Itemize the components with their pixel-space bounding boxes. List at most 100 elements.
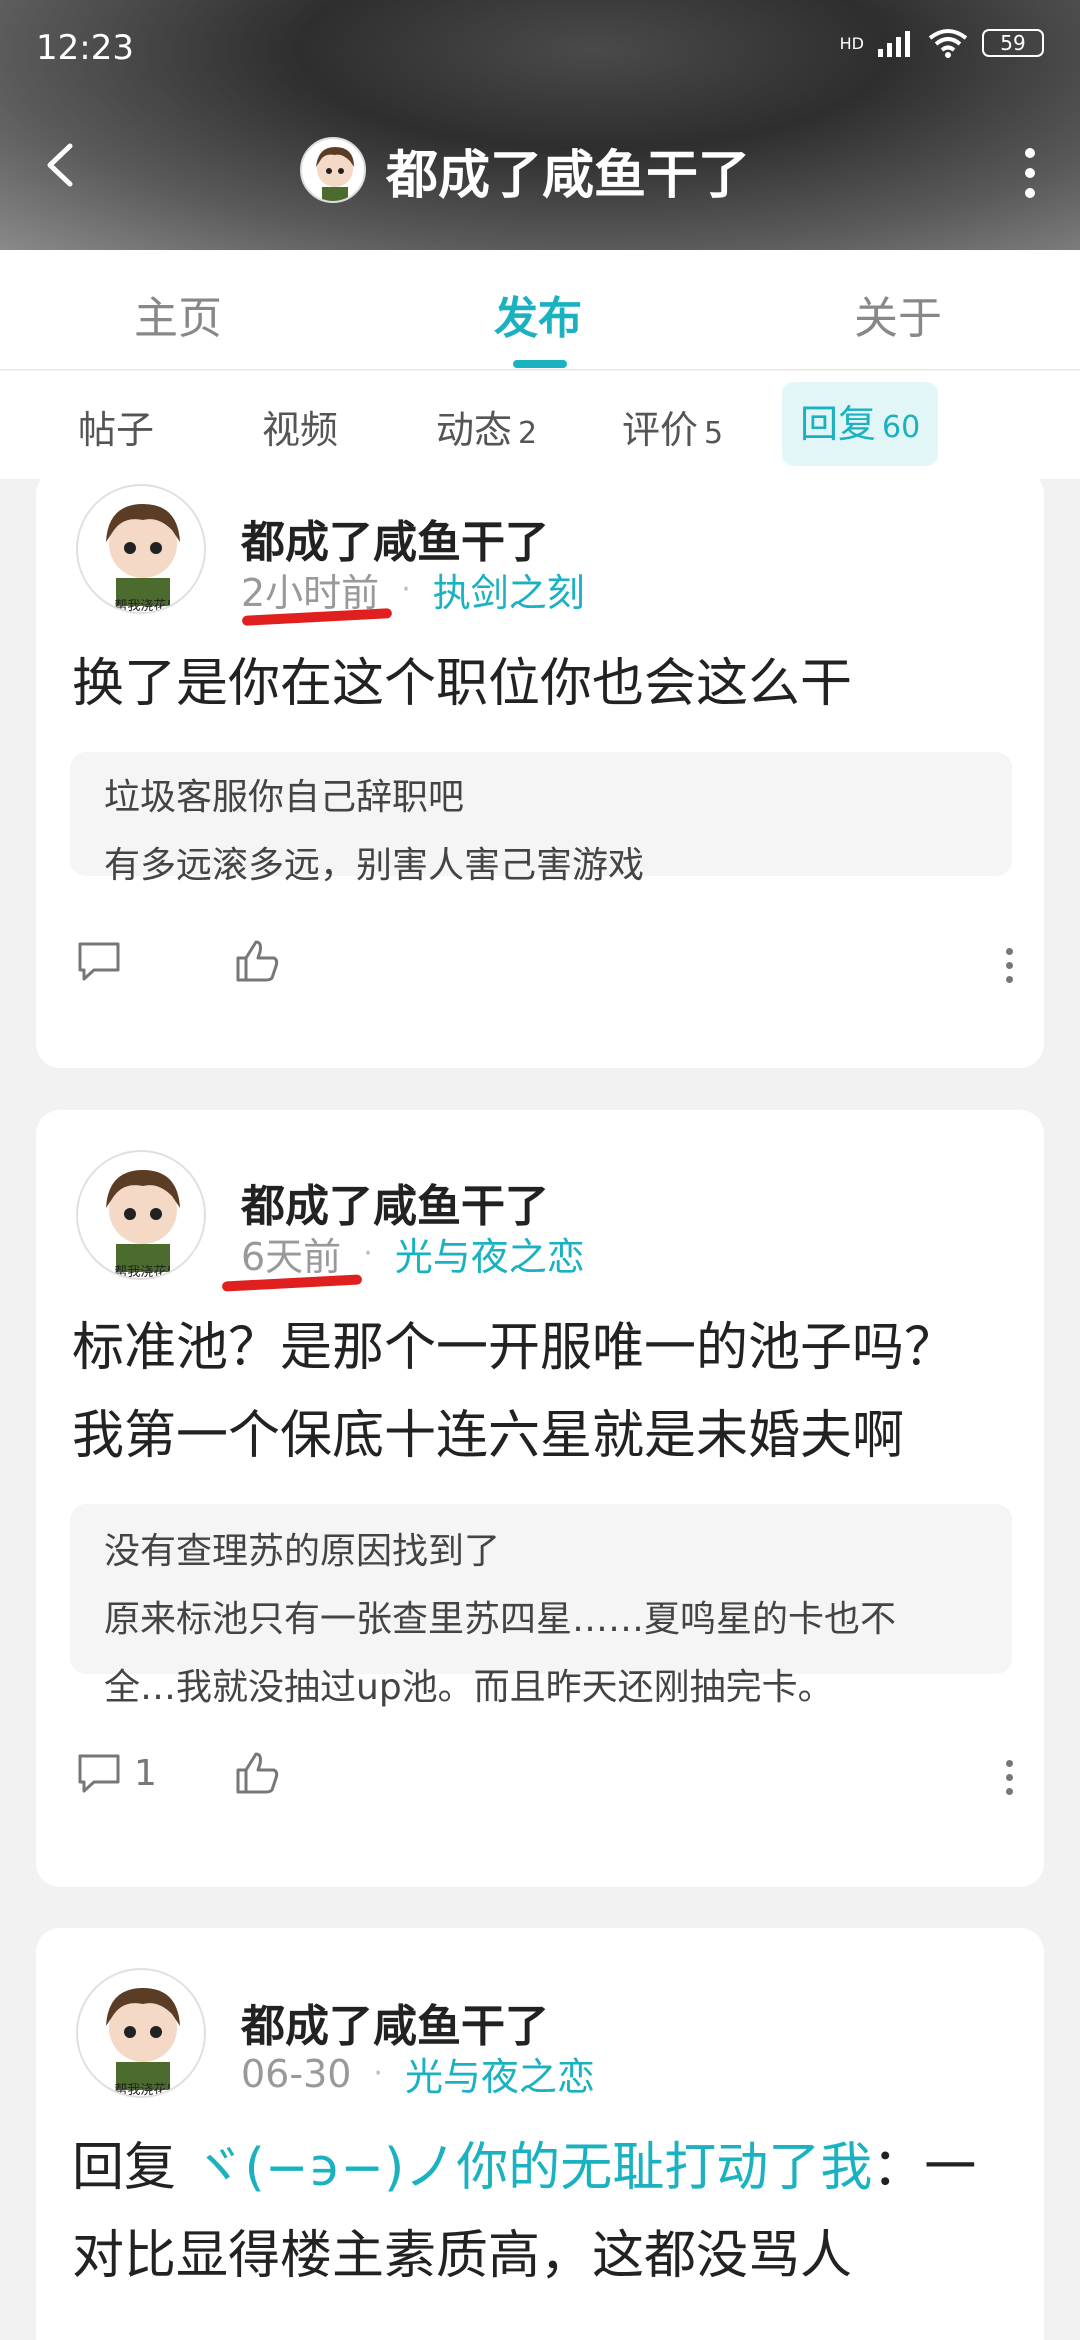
content-line: 对比显得楼主素质高，这都没骂人 — [72, 2226, 853, 2286]
subtab-label: 回复 — [800, 402, 877, 446]
more-dot-icon — [1006, 1774, 1013, 1781]
reply-card[interactable]: 帮我浇花! 都成了咸鱼干了 6天前 · 光与夜之恋 标准池？是那个一开服唯一的池… — [36, 1110, 1044, 1887]
subtab-label: 视频 — [262, 408, 339, 452]
content-line: 我第一个保底十连六星就是未婚夫啊 — [72, 1406, 905, 1466]
card-actions: 1 — [76, 1750, 1016, 1810]
svg-text:帮我浇花!: 帮我浇花! — [114, 2082, 171, 2098]
wifi-icon — [928, 29, 968, 58]
comment-button[interactable]: 1 — [76, 1750, 157, 1796]
more-dot-icon — [1006, 1788, 1013, 1795]
reply-content: 标准池？是那个一开服唯一的池子吗？ 我第一个保底十连六星就是未婚夫啊 — [72, 1304, 1012, 1480]
quote-line: 全…我就没抽过up池。而且昨天还刚抽完卡。 — [104, 1667, 834, 1708]
comment-icon — [78, 942, 120, 981]
card-more-button[interactable] — [1006, 1760, 1016, 1802]
back-button[interactable] — [40, 140, 90, 200]
subtab-count: 60 — [882, 410, 921, 445]
more-dot-icon — [1025, 148, 1035, 158]
content-line: 标准池？是那个一开服唯一的池子吗？ — [72, 1318, 957, 1378]
tab-home[interactable]: 主页 — [134, 282, 222, 346]
content-line: 回复 ヾ(−϶−)ノ你的无耻打动了我：一 — [72, 2124, 1012, 2212]
separator-dot: · — [363, 1236, 373, 1271]
post-time: 06-30 — [241, 2051, 352, 2096]
post-meta: 2小时前 · 执剑之刻 — [241, 562, 585, 617]
active-tab-indicator — [513, 360, 567, 368]
page-title: 都成了咸鱼干了 — [386, 145, 751, 206]
card-actions — [76, 938, 1016, 998]
username[interactable]: 都成了咸鱼干了 — [241, 1170, 549, 1234]
more-dot-icon — [1006, 962, 1013, 969]
subtab-count: 2 — [518, 416, 538, 451]
tab-publish[interactable]: 发布 — [494, 282, 582, 346]
sub-tabs: 帖子 视频 动态 2 评价 5 回复 60 — [0, 371, 1080, 479]
post-meta: 6天前 · 光与夜之恋 — [241, 1226, 585, 1281]
more-dot-icon — [1006, 948, 1013, 955]
game-link[interactable]: 光与夜之恋 — [405, 2046, 595, 2101]
game-link[interactable]: 执剑之刻 — [433, 562, 585, 617]
reply-target-link[interactable]: ヾ(−϶−)ノ你的无耻打动了我 — [193, 2138, 873, 2198]
post-time: 6天前 — [241, 1235, 342, 1279]
status-bar: 12:23 HD 59 — [0, 0, 1080, 100]
svg-text:帮我浇花!: 帮我浇花! — [114, 598, 171, 614]
reply-content: 回复 ヾ(−϶−)ノ你的无耻打动了我：一 对比显得楼主素质高，这都没骂人 — [72, 2124, 1012, 2300]
reply-card[interactable]: 帮我浇花! 都成了咸鱼干了 2小时前 · 执剑之刻 换了是你在这个职位你也会这么… — [36, 470, 1044, 1068]
main-tabs: 主页 发布 关于 — [0, 250, 1080, 370]
more-options-button[interactable] — [1020, 148, 1040, 198]
post-meta: 06-30 · 光与夜之恋 — [241, 2046, 595, 2101]
profile-header: 12:23 HD 59 都成了咸鱼干了 — [0, 0, 1080, 250]
avatar[interactable]: 帮我浇花! — [76, 1150, 206, 1280]
more-dot-icon — [1006, 1760, 1013, 1767]
like-button[interactable] — [234, 1750, 280, 1796]
quote-line: 垃圾客服你自己辞职吧 — [104, 777, 465, 818]
more-dot-icon — [1025, 168, 1035, 178]
reply-card[interactable]: 帮我浇花! 都成了咸鱼干了 06-30 · 光与夜之恋 回复 ヾ(−϶−)ノ你的… — [36, 1928, 1044, 2340]
avatar[interactable]: 帮我浇花! — [76, 484, 206, 614]
reply-prefix: 回复 — [72, 2138, 177, 2198]
quoted-post[interactable]: 没有查理苏的原因找到了 原来标池只有一张查里苏四星……夏鸣星的卡也不 全…我就没… — [70, 1504, 1012, 1708]
reply-rest: ：一 — [872, 2138, 977, 2198]
signal-icon — [878, 31, 910, 57]
comment-button[interactable] — [76, 938, 122, 984]
avatar-image-icon — [316, 147, 354, 201]
comment-count: 1 — [134, 1752, 157, 1794]
subtab-label: 动态 — [436, 408, 513, 452]
tab-about[interactable]: 关于 — [854, 282, 942, 346]
battery-icon: 59 — [982, 29, 1044, 57]
subtab-replies[interactable]: 回复 60 — [782, 382, 939, 466]
quoted-post[interactable]: 垃圾客服你自己辞职吧 有多远滚多远，别害人害己害游戏 — [70, 752, 1012, 886]
separator-dot: · — [401, 572, 411, 607]
subtab-videos[interactable]: 视频 — [262, 399, 338, 454]
subtab-count: 5 — [704, 416, 724, 451]
svg-text:帮我浇花!: 帮我浇花! — [114, 1264, 171, 1280]
status-icons: HD 59 — [840, 28, 1044, 58]
username[interactable]: 都成了咸鱼干了 — [241, 1990, 549, 2054]
subtab-posts[interactable]: 帖子 — [78, 399, 154, 454]
status-time: 12:23 — [36, 28, 134, 68]
header-avatar[interactable] — [300, 137, 366, 203]
subtab-reviews[interactable]: 评价 5 — [622, 399, 723, 454]
quote-line: 没有查理苏的原因找到了 — [104, 1531, 501, 1572]
thumbs-up-icon — [236, 940, 279, 982]
username[interactable]: 都成了咸鱼干了 — [241, 506, 549, 570]
hd-label: HD — [839, 33, 864, 53]
more-dot-icon — [1006, 976, 1013, 983]
avatar-image-icon: 帮我浇花! — [106, 1988, 180, 2098]
quote-line: 有多远滚多远，别害人害己害游戏 — [104, 845, 645, 886]
reply-content: 换了是你在这个职位你也会这么干 — [72, 654, 853, 714]
thumbs-up-icon — [236, 1752, 279, 1794]
quote-line: 原来标池只有一张查里苏四星……夏鸣星的卡也不 — [104, 1599, 897, 1640]
post-time: 2小时前 — [241, 571, 380, 615]
avatar-image-icon: 帮我浇花! — [106, 504, 180, 614]
separator-dot: · — [373, 2056, 383, 2091]
more-dot-icon — [1025, 188, 1035, 198]
like-button[interactable] — [234, 938, 280, 984]
game-link[interactable]: 光与夜之恋 — [395, 1226, 585, 1281]
avatar[interactable]: 帮我浇花! — [76, 1968, 206, 2098]
subtab-moments[interactable]: 动态 2 — [436, 399, 537, 454]
header-title-group: 都成了咸鱼干了 — [300, 135, 751, 206]
card-more-button[interactable] — [1006, 948, 1016, 990]
subtab-label: 帖子 — [78, 408, 155, 452]
subtab-label: 评价 — [622, 408, 699, 452]
avatar-image-icon: 帮我浇花! — [106, 1170, 180, 1280]
comment-icon — [78, 1754, 120, 1793]
back-arrow-icon — [47, 143, 73, 187]
